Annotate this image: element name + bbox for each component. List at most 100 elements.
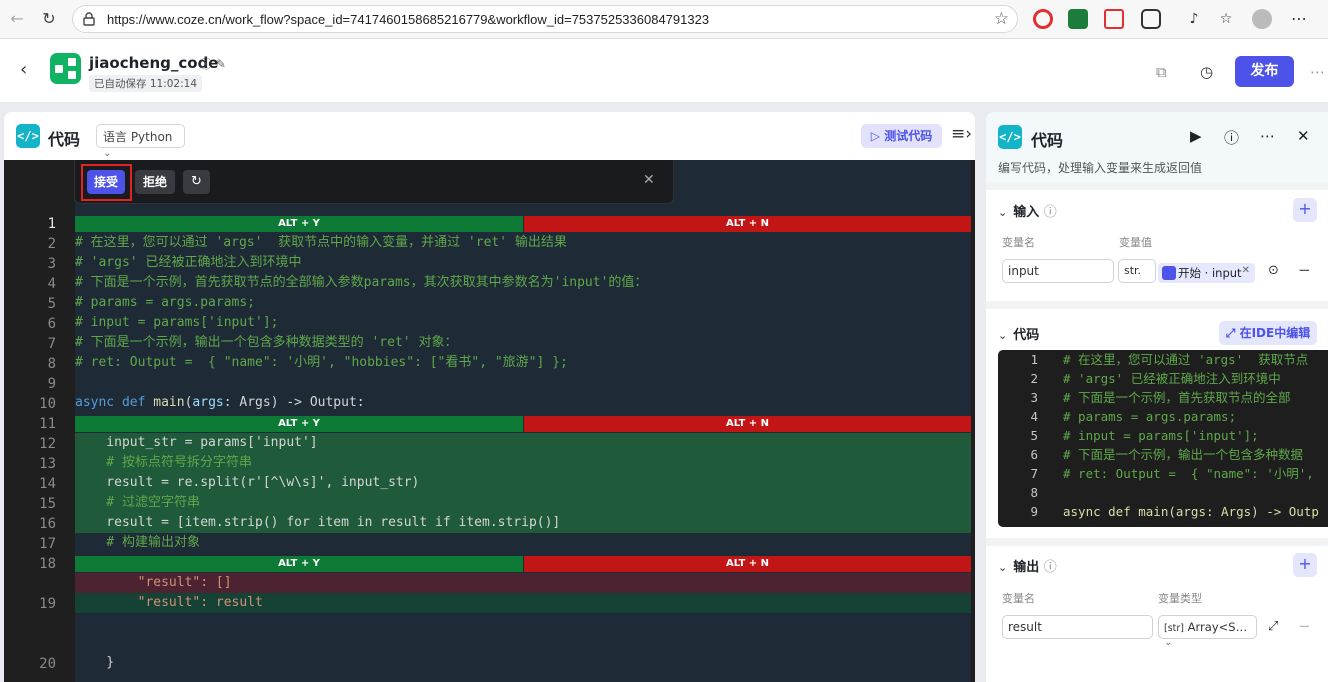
test-code-button[interactable]: ▷ 测试代码 [861, 124, 942, 148]
bookmark-star-icon[interactable]: ☆ [994, 9, 1009, 29]
code-section-header[interactable]: ⌄ 代码 [998, 324, 1039, 343]
history-icon[interactable]: ◷ [1200, 63, 1213, 81]
remove-row-icon[interactable]: − [1298, 261, 1311, 279]
code-icon: </> [16, 124, 40, 148]
line-number: 5 [47, 296, 56, 312]
line-number: 6 [1030, 447, 1038, 462]
input-type-select[interactable]: str. [1118, 259, 1156, 283]
reject-change-shortcut[interactable]: ALT + N [524, 216, 971, 232]
input-variable-name-field[interactable]: input [1002, 259, 1114, 283]
accept-change-shortcut[interactable]: ALT + Y [75, 216, 523, 232]
line-number: 10 [39, 396, 56, 412]
more-icon[interactable]: ⋯ [1310, 63, 1325, 81]
reject-button[interactable]: 拒绝 [135, 170, 175, 194]
chevron-down-icon: ⌄ [1164, 637, 1173, 648]
workflow-logo [50, 53, 81, 84]
extension-icon[interactable] [1033, 9, 1053, 29]
code-line: # ret: Output = { "name": '小明', [1063, 466, 1314, 481]
panel-description: 编写代码，处理输入变量来生成返回值 [998, 161, 1203, 175]
info-icon: ⓘ [1043, 205, 1057, 220]
input-section-header[interactable]: ⌄ 输入 ⓘ [998, 201, 1057, 220]
chevron-down-icon: ⌄ [998, 561, 1008, 574]
code-line: "result": result [75, 595, 263, 610]
remove-row-icon[interactable]: − [1298, 617, 1311, 635]
line-number: 19 [39, 596, 56, 612]
chevron-down-icon: ⌄ [998, 206, 1008, 219]
regenerate-icon[interactable]: ↻ [183, 170, 210, 194]
info-icon: ⓘ [1043, 560, 1057, 575]
back-arrow-icon[interactable]: ← [6, 8, 28, 30]
remove-icon[interactable]: ✕ [1242, 265, 1250, 276]
back-chevron-icon[interactable]: ‹ [20, 59, 27, 80]
output-type-select[interactable]: [str] Array<S… ⌄ [1158, 615, 1257, 648]
puzzle-icon[interactable] [1141, 9, 1161, 29]
code-line: async def main(args: Args) -> Output: [75, 395, 365, 410]
info-icon[interactable]: ⓘ ✎ [200, 55, 226, 72]
close-icon[interactable]: ✕ [1297, 127, 1310, 145]
favorites-icon[interactable]: ☆ [1216, 9, 1236, 29]
line-number: 18 [39, 556, 56, 572]
line-number: 16 [39, 516, 56, 532]
variable-reference-chip[interactable]: 开始 · input ✕ [1158, 263, 1255, 283]
start-node-icon [1162, 266, 1176, 280]
section-divider [986, 301, 1328, 309]
music-icon[interactable]: ♪ [1184, 9, 1204, 29]
add-output-button[interactable]: + [1293, 553, 1317, 577]
address-bar[interactable]: https://www.coze.cn/work_flow?space_id=7… [72, 5, 1018, 33]
chevron-down-icon: ⌄ [998, 329, 1008, 342]
input-section-title: 输入 [1013, 205, 1040, 220]
more-icon[interactable]: ⋯ [1260, 127, 1275, 145]
run-icon[interactable]: ▶ [1190, 127, 1202, 145]
language-label: 语言 Python [103, 130, 173, 144]
line-number: 8 [1030, 485, 1038, 500]
profile-avatar[interactable] [1252, 9, 1272, 29]
line-number: 11 [39, 416, 56, 432]
settings-circle-icon[interactable]: ⊙ [1268, 263, 1279, 278]
diff-action-bar: ALT + Y ALT + N [75, 416, 971, 432]
line-number: 9 [47, 376, 56, 392]
code-line: # 下面是一个示例，输出一个包含多种数据 [1063, 447, 1304, 462]
reload-icon[interactable]: ↻ [38, 8, 60, 30]
lock-icon [83, 12, 95, 26]
publish-button[interactable]: 发布 [1235, 56, 1294, 87]
type-label: str. [1124, 264, 1142, 277]
language-select[interactable]: 语言 Python ⌄ [96, 124, 185, 159]
reject-change-shortcut[interactable]: ALT + N [524, 416, 971, 432]
edit-in-ide-button[interactable]: ⤢ 在IDE中编辑 [1219, 321, 1317, 345]
code-line: "result": [] [75, 575, 232, 590]
code-line: # 构建输出对象 [75, 535, 200, 550]
code-line: # input = params['input']; [75, 315, 279, 330]
code-content[interactable]: ALT + Y ALT + N # 在这里，您可以通过 'args' 获取节点中… [75, 160, 971, 682]
accept-change-shortcut[interactable]: ALT + Y [75, 416, 523, 432]
close-icon[interactable]: ✕ [643, 172, 655, 188]
more-icon[interactable]: ⋯ [1289, 9, 1309, 29]
output-variable-name-field[interactable]: result [1002, 615, 1153, 639]
code-line: # 在这里，您可以通过 'args' 获取节点 [1063, 352, 1309, 367]
code-editor-panel: </> 代码 语言 Python ⌄ ▷ 测试代码 ≡› 1 2 3 4 5 6… [4, 112, 975, 682]
section-divider [986, 538, 1328, 546]
extension-icon[interactable] [1104, 9, 1124, 29]
copy-icon[interactable]: ⧉ [1156, 63, 1167, 81]
reject-change-shortcut[interactable]: ALT + N [524, 556, 971, 572]
help-icon[interactable]: ⓘ [1224, 127, 1239, 148]
edit-in-ide-label: 在IDE中编辑 [1239, 326, 1311, 340]
output-section-header[interactable]: ⌄ 输出 ⓘ [998, 556, 1057, 575]
extension-icon[interactable] [1068, 9, 1088, 29]
code-line: # 下面是一个示例，首先获取节点的全部 [1063, 390, 1291, 405]
line-number: 1 [47, 216, 56, 232]
reference-label: 开始 · input [1178, 266, 1242, 280]
code-line: # 'args' 已经被正确地注入到环境中 [1063, 371, 1281, 386]
accept-change-shortcut[interactable]: ALT + Y [75, 556, 523, 572]
outline-menu-icon[interactable]: ≡› [951, 124, 972, 144]
line-number: 13 [39, 456, 56, 472]
accept-button[interactable]: 接受 [87, 170, 125, 194]
code-line: # 下面是一个示例，首先获取节点的全部输入参数params，其次获取其中参数名为… [75, 275, 648, 290]
play-circle-icon: ▷ [870, 129, 881, 143]
line-number: 4 [47, 276, 56, 292]
code-line: # input = params['input']; [1063, 428, 1259, 443]
add-input-button[interactable]: + [1293, 198, 1317, 222]
code-preview[interactable]: 1 # 在这里，您可以通过 'args' 获取节点 2 # 'args' 已经被正确… [998, 350, 1328, 527]
expand-icon[interactable]: ⤢ [1268, 619, 1278, 634]
code-editor[interactable]: 1 2 3 4 5 6 7 8 10 11 12 13 14 15 16 17 … [4, 160, 975, 682]
